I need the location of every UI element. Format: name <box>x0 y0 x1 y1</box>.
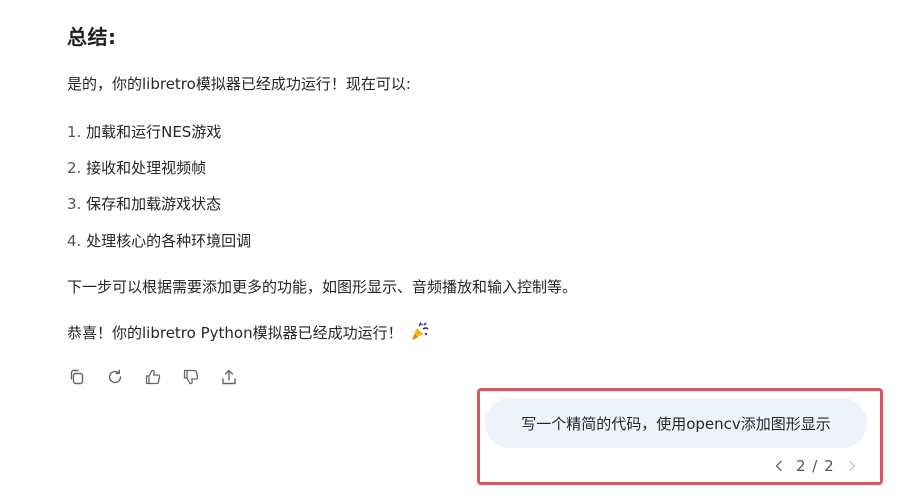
list-item: 4. 处理核心的各种环境回调 <box>67 230 251 251</box>
next-version-button[interactable] <box>845 458 859 474</box>
list-number: 4. <box>67 232 82 250</box>
dislike-button[interactable] <box>179 366 203 388</box>
message-pager: 2 / 2 <box>772 457 859 475</box>
congrats-paragraph: 恭喜！你的libretro Python模拟器已经成功运行！ <box>67 322 429 343</box>
chat-page: 总结: 是的，你的libretro模拟器已经成功运行！现在可以: 1. 加载和运… <box>0 0 911 499</box>
list-text: 接收和处理视频帧 <box>86 159 207 177</box>
refresh-icon <box>108 369 122 384</box>
thumbs-down-icon <box>183 369 199 385</box>
next-steps-paragraph: 下一步可以根据需要添加更多的功能，如图形显示、音频播放和输入控制等。 <box>67 278 578 296</box>
list-text: 加载和运行NES游戏 <box>86 123 222 141</box>
list-number: 2. <box>67 159 82 177</box>
list-text: 处理核心的各种环境回调 <box>86 232 252 250</box>
user-message-text: 写一个精简的代码，使用opencv添加图形显示 <box>521 414 831 433</box>
copy-icon <box>70 369 84 385</box>
party-popper-icon <box>409 322 429 342</box>
chevron-left-icon <box>775 460 782 472</box>
thumbs-up-icon <box>145 369 161 385</box>
pager-count: 2 / 2 <box>796 457 835 475</box>
like-button[interactable] <box>141 366 165 388</box>
user-message-bubble: 写一个精简的代码，使用opencv添加图形显示 <box>485 398 867 448</box>
list-item: 3. 保存和加载游戏状态 <box>67 193 221 214</box>
summary-heading: 总结: <box>67 25 117 49</box>
intro-paragraph: 是的，你的libretro模拟器已经成功运行！现在可以: <box>67 75 411 93</box>
list-number: 1. <box>67 123 82 141</box>
regenerate-button[interactable] <box>103 366 127 388</box>
list-item: 2. 接收和处理视频帧 <box>67 157 206 178</box>
copy-button[interactable] <box>65 366 89 388</box>
message-actions <box>65 366 241 388</box>
previous-version-button[interactable] <box>772 458 786 474</box>
share-icon <box>222 369 236 385</box>
share-button[interactable] <box>217 366 241 388</box>
congrats-text: 恭喜！你的libretro Python模拟器已经成功运行！ <box>67 324 403 342</box>
list-text: 保存和加载游戏状态 <box>86 195 222 213</box>
list-item: 1. 加载和运行NES游戏 <box>67 121 221 142</box>
chevron-right-icon <box>848 460 855 472</box>
list-number: 3. <box>67 195 82 213</box>
